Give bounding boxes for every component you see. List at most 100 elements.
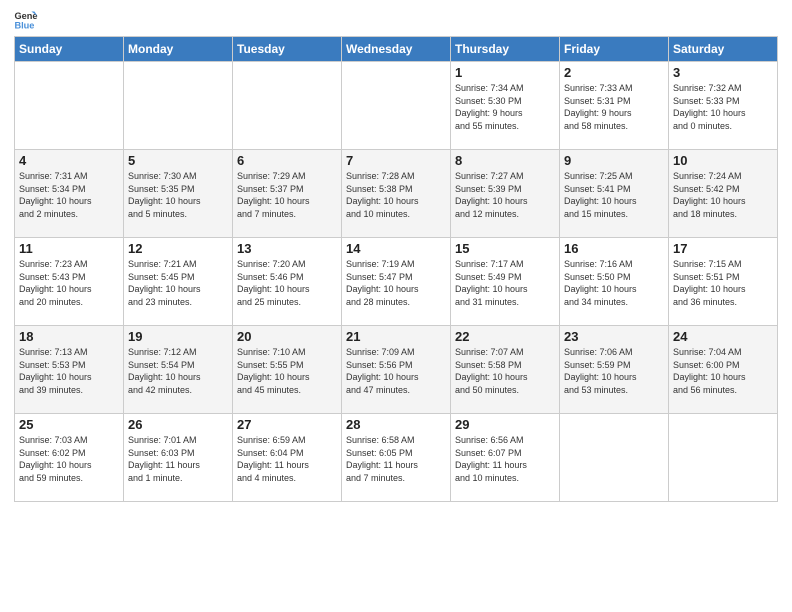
weekday-row: SundayMondayTuesdayWednesdayThursdayFrid… bbox=[15, 37, 778, 62]
day-number: 6 bbox=[237, 153, 337, 168]
day-number: 8 bbox=[455, 153, 555, 168]
week-row-1: 1Sunrise: 7:34 AM Sunset: 5:30 PM Daylig… bbox=[15, 62, 778, 150]
day-number: 24 bbox=[673, 329, 773, 344]
calendar-cell: 22 Sunrise: 7:07 AM Sunset: 5:58 PM Dayli… bbox=[451, 326, 560, 414]
day-info: Sunrise: 7:31 AM Sunset: 5:34 PM Dayligh… bbox=[19, 170, 119, 220]
calendar-cell: 21 Sunrise: 7:09 AM Sunset: 5:56 PM Dayli… bbox=[342, 326, 451, 414]
calendar-cell: 5 Sunrise: 7:30 AM Sunset: 5:35 PM Daylig… bbox=[124, 150, 233, 238]
calendar-cell: 28 Sunrise: 6:58 AM Sunset: 6:05 PM Dayli… bbox=[342, 414, 451, 502]
calendar-cell: 1Sunrise: 7:34 AM Sunset: 5:30 PM Daylig… bbox=[451, 62, 560, 150]
calendar-cell: 15Sunrise: 7:17 AM Sunset: 5:49 PM Dayli… bbox=[451, 238, 560, 326]
day-info: Sunrise: 7:09 AM Sunset: 5:56 PM Dayligh… bbox=[346, 346, 446, 396]
day-number: 22 bbox=[455, 329, 555, 344]
calendar-cell: 3 Sunrise: 7:32 AM Sunset: 5:33 PM Daylig… bbox=[669, 62, 778, 150]
day-number: 26 bbox=[128, 417, 228, 432]
day-number: 19 bbox=[128, 329, 228, 344]
day-number: 14 bbox=[346, 241, 446, 256]
weekday-header-wednesday: Wednesday bbox=[342, 37, 451, 62]
day-number: 28 bbox=[346, 417, 446, 432]
calendar-cell: 25 Sunrise: 7:03 AM Sunset: 6:02 PM Dayli… bbox=[15, 414, 124, 502]
weekday-header-thursday: Thursday bbox=[451, 37, 560, 62]
calendar-cell bbox=[342, 62, 451, 150]
day-number: 3 bbox=[673, 65, 773, 80]
calendar-cell: 6 Sunrise: 7:29 AM Sunset: 5:37 PM Daylig… bbox=[233, 150, 342, 238]
calendar-body: 1Sunrise: 7:34 AM Sunset: 5:30 PM Daylig… bbox=[15, 62, 778, 502]
day-info: Sunrise: 7:28 AM Sunset: 5:38 PM Dayligh… bbox=[346, 170, 446, 220]
day-info: Sunrise: 6:58 AM Sunset: 6:05 PM Dayligh… bbox=[346, 434, 446, 484]
day-info: Sunrise: 7:12 AM Sunset: 5:54 PM Dayligh… bbox=[128, 346, 228, 396]
calendar-cell: 13 Sunrise: 7:20 AM Sunset: 5:46 PM Dayli… bbox=[233, 238, 342, 326]
day-info: Sunrise: 6:56 AM Sunset: 6:07 PM Dayligh… bbox=[455, 434, 555, 484]
week-row-5: 25 Sunrise: 7:03 AM Sunset: 6:02 PM Dayli… bbox=[15, 414, 778, 502]
calendar-cell: 2Sunrise: 7:33 AM Sunset: 5:31 PM Daylig… bbox=[560, 62, 669, 150]
day-info: Sunrise: 7:06 AM Sunset: 5:59 PM Dayligh… bbox=[564, 346, 664, 396]
calendar-cell bbox=[124, 62, 233, 150]
calendar-header: SundayMondayTuesdayWednesdayThursdayFrid… bbox=[15, 37, 778, 62]
day-info: Sunrise: 7:21 AM Sunset: 5:45 PM Dayligh… bbox=[128, 258, 228, 308]
calendar-cell: 14 Sunrise: 7:19 AM Sunset: 5:47 PM Dayli… bbox=[342, 238, 451, 326]
day-number: 16 bbox=[564, 241, 664, 256]
calendar-cell: 4 Sunrise: 7:31 AM Sunset: 5:34 PM Daylig… bbox=[15, 150, 124, 238]
day-number: 7 bbox=[346, 153, 446, 168]
calendar-cell bbox=[669, 414, 778, 502]
day-number: 17 bbox=[673, 241, 773, 256]
day-number: 20 bbox=[237, 329, 337, 344]
day-info: Sunrise: 7:10 AM Sunset: 5:55 PM Dayligh… bbox=[237, 346, 337, 396]
day-info: Sunrise: 7:03 AM Sunset: 6:02 PM Dayligh… bbox=[19, 434, 119, 484]
calendar-cell bbox=[15, 62, 124, 150]
day-number: 9 bbox=[564, 153, 664, 168]
calendar: SundayMondayTuesdayWednesdayThursdayFrid… bbox=[14, 36, 778, 502]
calendar-cell: 16 Sunrise: 7:16 AM Sunset: 5:50 PM Dayli… bbox=[560, 238, 669, 326]
week-row-2: 4 Sunrise: 7:31 AM Sunset: 5:34 PM Daylig… bbox=[15, 150, 778, 238]
day-info: Sunrise: 7:30 AM Sunset: 5:35 PM Dayligh… bbox=[128, 170, 228, 220]
day-info: Sunrise: 7:13 AM Sunset: 5:53 PM Dayligh… bbox=[19, 346, 119, 396]
day-info: Sunrise: 7:17 AM Sunset: 5:49 PM Dayligh… bbox=[455, 258, 555, 308]
day-number: 11 bbox=[19, 241, 119, 256]
day-number: 29 bbox=[455, 417, 555, 432]
calendar-cell bbox=[560, 414, 669, 502]
calendar-cell: 7 Sunrise: 7:28 AM Sunset: 5:38 PM Daylig… bbox=[342, 150, 451, 238]
day-info: Sunrise: 7:33 AM Sunset: 5:31 PM Dayligh… bbox=[564, 82, 664, 132]
day-info: Sunrise: 7:07 AM Sunset: 5:58 PM Dayligh… bbox=[455, 346, 555, 396]
calendar-cell: 20 Sunrise: 7:10 AM Sunset: 5:55 PM Dayli… bbox=[233, 326, 342, 414]
day-number: 25 bbox=[19, 417, 119, 432]
weekday-header-tuesday: Tuesday bbox=[233, 37, 342, 62]
day-number: 21 bbox=[346, 329, 446, 344]
calendar-cell: 12 Sunrise: 7:21 AM Sunset: 5:45 PM Dayli… bbox=[124, 238, 233, 326]
day-info: Sunrise: 7:20 AM Sunset: 5:46 PM Dayligh… bbox=[237, 258, 337, 308]
day-number: 27 bbox=[237, 417, 337, 432]
calendar-cell: 23Sunrise: 7:06 AM Sunset: 5:59 PM Dayli… bbox=[560, 326, 669, 414]
calendar-cell: 8 Sunrise: 7:27 AM Sunset: 5:39 PM Daylig… bbox=[451, 150, 560, 238]
day-info: Sunrise: 7:32 AM Sunset: 5:33 PM Dayligh… bbox=[673, 82, 773, 132]
day-number: 5 bbox=[128, 153, 228, 168]
day-info: Sunrise: 7:01 AM Sunset: 6:03 PM Dayligh… bbox=[128, 434, 228, 484]
weekday-header-sunday: Sunday bbox=[15, 37, 124, 62]
day-info: Sunrise: 7:27 AM Sunset: 5:39 PM Dayligh… bbox=[455, 170, 555, 220]
day-number: 12 bbox=[128, 241, 228, 256]
day-info: Sunrise: 6:59 AM Sunset: 6:04 PM Dayligh… bbox=[237, 434, 337, 484]
svg-text:Blue: Blue bbox=[14, 20, 34, 30]
day-info: Sunrise: 7:19 AM Sunset: 5:47 PM Dayligh… bbox=[346, 258, 446, 308]
calendar-cell: 18 Sunrise: 7:13 AM Sunset: 5:53 PM Dayli… bbox=[15, 326, 124, 414]
page-container: General Blue SundayMondayTuesdayWednesda… bbox=[0, 0, 792, 612]
day-number: 10 bbox=[673, 153, 773, 168]
day-info: Sunrise: 7:29 AM Sunset: 5:37 PM Dayligh… bbox=[237, 170, 337, 220]
weekday-header-monday: Monday bbox=[124, 37, 233, 62]
calendar-cell: 11 Sunrise: 7:23 AM Sunset: 5:43 PM Dayli… bbox=[15, 238, 124, 326]
calendar-cell: 10Sunrise: 7:24 AM Sunset: 5:42 PM Dayli… bbox=[669, 150, 778, 238]
day-info: Sunrise: 7:23 AM Sunset: 5:43 PM Dayligh… bbox=[19, 258, 119, 308]
calendar-cell: 26 Sunrise: 7:01 AM Sunset: 6:03 PM Dayli… bbox=[124, 414, 233, 502]
calendar-cell: 27 Sunrise: 6:59 AM Sunset: 6:04 PM Dayli… bbox=[233, 414, 342, 502]
calendar-cell: 29 Sunrise: 6:56 AM Sunset: 6:07 PM Dayli… bbox=[451, 414, 560, 502]
calendar-cell: 24Sunrise: 7:04 AM Sunset: 6:00 PM Dayli… bbox=[669, 326, 778, 414]
calendar-cell: 17Sunrise: 7:15 AM Sunset: 5:51 PM Dayli… bbox=[669, 238, 778, 326]
calendar-cell bbox=[233, 62, 342, 150]
day-number: 13 bbox=[237, 241, 337, 256]
day-number: 4 bbox=[19, 153, 119, 168]
day-info: Sunrise: 7:34 AM Sunset: 5:30 PM Dayligh… bbox=[455, 82, 555, 132]
day-number: 18 bbox=[19, 329, 119, 344]
weekday-header-saturday: Saturday bbox=[669, 37, 778, 62]
header: General Blue bbox=[14, 10, 778, 30]
logo-icon: General Blue bbox=[14, 10, 38, 30]
day-info: Sunrise: 7:16 AM Sunset: 5:50 PM Dayligh… bbox=[564, 258, 664, 308]
